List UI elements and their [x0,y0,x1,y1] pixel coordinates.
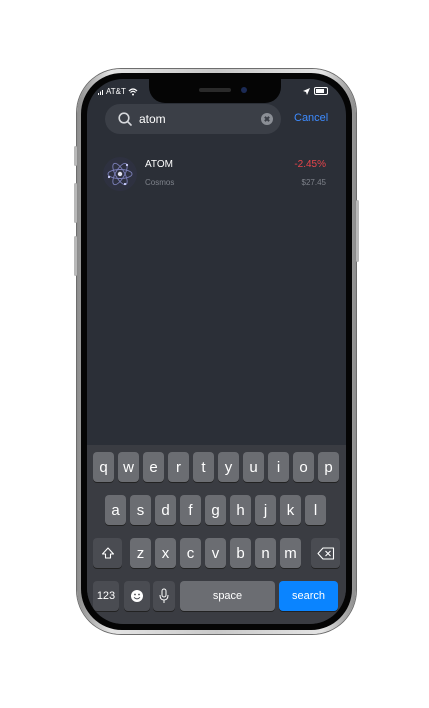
battery-icon [314,87,328,95]
shift-icon [101,547,114,559]
volume-up-button [74,183,77,223]
carrier-name: AT&T [106,87,126,96]
signal-icon [98,89,103,95]
key-y[interactable]: y [218,452,239,482]
microphone-key[interactable] [153,581,175,611]
cancel-button[interactable]: Cancel [294,112,328,124]
coin-price: $27.45 [301,178,326,187]
speaker [199,88,231,92]
key-j[interactable]: j [255,495,276,525]
volume-down-button [74,236,77,276]
power-button [356,200,359,262]
key-r[interactable]: r [168,452,189,482]
status-right [303,87,328,95]
emoji-key[interactable] [124,581,150,611]
key-e[interactable]: e [143,452,164,482]
emoji-icon [131,590,143,602]
key-m[interactable]: m [280,538,301,568]
key-v[interactable]: v [205,538,226,568]
key-a[interactable]: a [105,495,126,525]
list-item[interactable]: ATOM Cosmos -2.45% $27.45 [87,153,346,199]
shift-key[interactable] [93,538,122,568]
key-z[interactable]: z [130,538,151,568]
front-camera [241,87,247,93]
key-l[interactable]: l [305,495,326,525]
notch [149,79,281,103]
space-key[interactable]: space [180,581,275,611]
key-p[interactable]: p [318,452,339,482]
key-d[interactable]: d [155,495,176,525]
coin-name: Cosmos [145,178,175,187]
key-c[interactable]: c [180,538,201,568]
key-t[interactable]: t [193,452,214,482]
key-k[interactable]: k [280,495,301,525]
coin-change: -2.45% [294,159,326,170]
screen: AT&T Cancel ATOM Cosmos -2.45% [87,79,346,624]
location-icon [303,87,310,95]
key-q[interactable]: q [93,452,114,482]
key-h[interactable]: h [230,495,251,525]
carrier-group: AT&T [98,87,138,96]
key-i[interactable]: i [268,452,289,482]
wifi-icon [128,87,138,95]
search-icon [118,112,132,126]
key-s[interactable]: s [130,495,151,525]
key-b[interactable]: b [230,538,251,568]
coin-symbol: ATOM [145,159,173,170]
key-f[interactable]: f [180,495,201,525]
numbers-key[interactable]: 123 [93,581,119,611]
key-u[interactable]: u [243,452,264,482]
keyboard: q w e r t y u i o p a s d f g h j k l z … [87,445,346,624]
cosmos-logo-icon [103,157,137,191]
clear-icon[interactable] [261,113,273,125]
search-bar[interactable] [105,104,281,134]
key-x[interactable]: x [155,538,176,568]
search-input[interactable] [139,110,259,128]
mute-switch [74,146,77,166]
search-key[interactable]: search [279,581,338,611]
delete-key[interactable] [311,538,340,568]
key-w[interactable]: w [118,452,139,482]
key-o[interactable]: o [293,452,314,482]
microphone-icon [159,588,169,603]
key-n[interactable]: n [255,538,276,568]
backspace-icon [316,546,334,560]
key-g[interactable]: g [205,495,226,525]
